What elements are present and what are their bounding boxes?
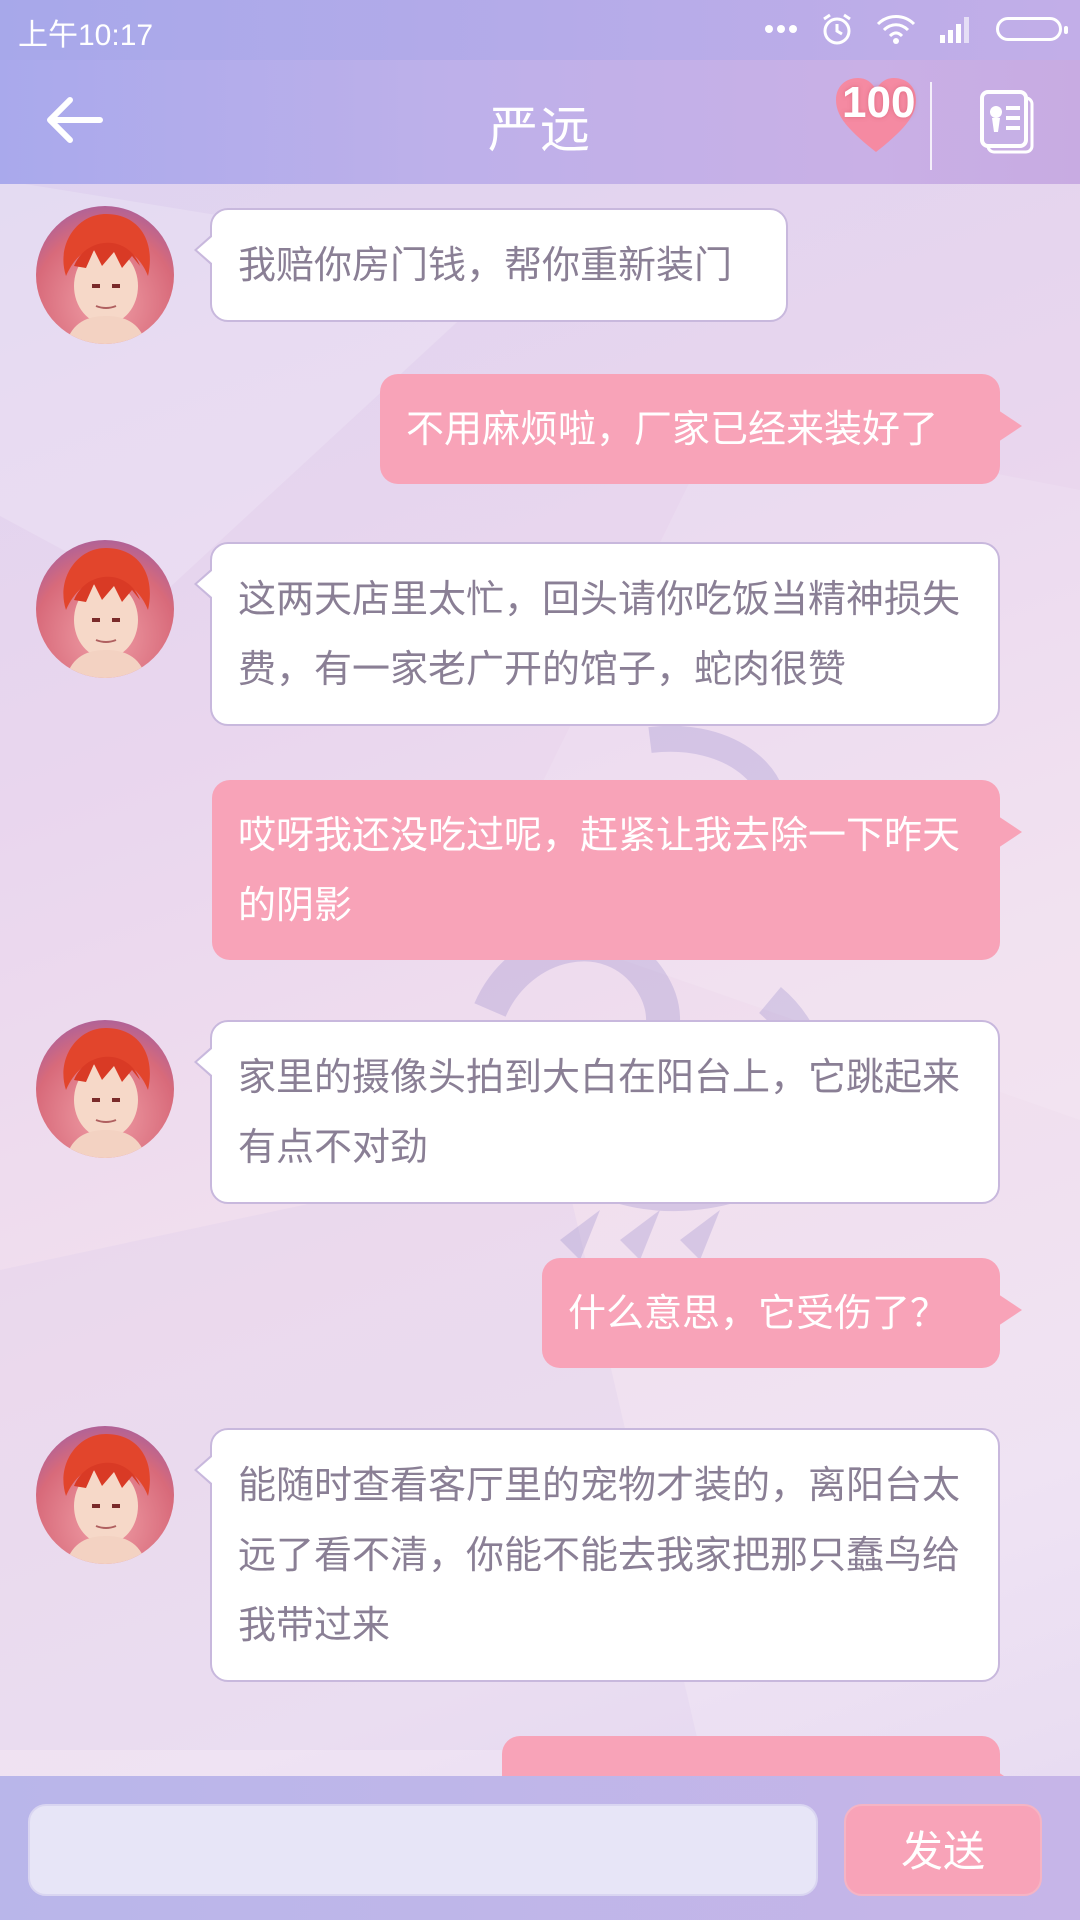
- incoming-message[interactable]: 能随时查看客厅里的宠物才装的，离阳台太远了看不清，你能不能去我家把那只蠢鸟给我带…: [194, 1428, 1000, 1682]
- message-input-bar: 发送: [0, 1776, 1080, 1920]
- status-time: 上午10:17: [18, 19, 154, 52]
- outgoing-message[interactable]: 不用麻烦啦，厂家已经来装好了: [380, 374, 1022, 484]
- header-divider: [930, 82, 932, 170]
- incoming-message[interactable]: 我赔你房门钱，帮你重新装门: [194, 208, 788, 322]
- more-dots-icon: [765, 25, 797, 33]
- outgoing-message[interactable]: [502, 1736, 1022, 1776]
- send-button[interactable]: 发送: [844, 1804, 1042, 1896]
- avatar[interactable]: [36, 206, 174, 344]
- battery-icon: [996, 17, 1068, 41]
- incoming-message[interactable]: 这两天店里太忙，回头请你吃饭当精神损失费，有一家老广开的馆子，蛇肉很赞: [194, 542, 1000, 726]
- status-bar: 上午10:17: [0, 0, 1080, 60]
- message-input[interactable]: [28, 1804, 818, 1896]
- incoming-message[interactable]: 家里的摄像头拍到大白在阳台上，它跳起来有点不对劲: [194, 1020, 1000, 1204]
- chat-messages[interactable]: 我赔你房门钱，帮你重新装门 不用麻烦啦，厂家已经来装好了 这两天店里太忙，回头请…: [0, 184, 1080, 1776]
- chat-header: 严远 100: [0, 60, 1080, 184]
- signal-icon: [940, 17, 969, 43]
- contact-card-icon[interactable]: [978, 90, 1038, 154]
- wifi-icon: [876, 15, 916, 44]
- avatar[interactable]: [36, 1426, 174, 1564]
- outgoing-message[interactable]: 什么意思，它受伤了？: [542, 1258, 1022, 1368]
- avatar[interactable]: [36, 540, 174, 678]
- outgoing-message[interactable]: 哎呀我还没吃过呢，赶紧让我去除一下昨天的阴影: [212, 780, 1022, 960]
- alarm-icon: [823, 13, 851, 45]
- avatar[interactable]: [36, 1020, 174, 1158]
- affection-count: 100: [842, 78, 916, 127]
